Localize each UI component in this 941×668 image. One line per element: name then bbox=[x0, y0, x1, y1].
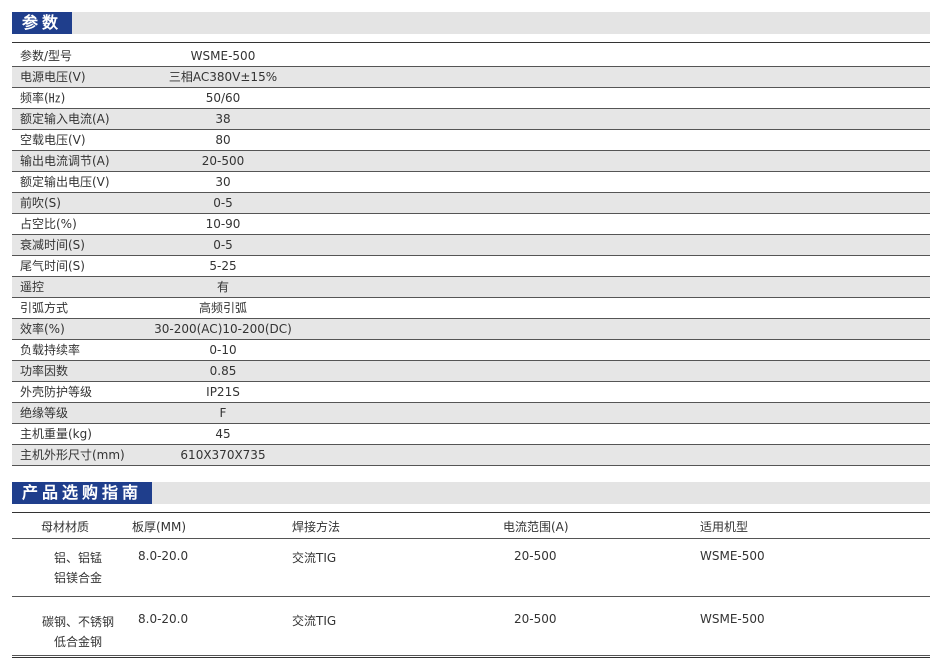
param-row: 外壳防护等级 IP21S bbox=[12, 382, 930, 403]
guide-header-row: 母材材质 板厚(MM) 焊接方法 电流范围(A) 适用机型 bbox=[12, 516, 930, 539]
current-cell: 20-500 bbox=[514, 549, 557, 563]
method-cell: 交流TIG bbox=[292, 614, 337, 628]
param-row: 额定输入电流(A) 38 bbox=[12, 109, 930, 130]
param-name: 额定输入电流(A) bbox=[20, 112, 110, 126]
param-value: IP21S bbox=[206, 385, 240, 399]
param-row: 电源电压(V) 三相AC380V±15% bbox=[12, 67, 930, 88]
param-row: 输出电流调节(A) 20-500 bbox=[12, 151, 930, 172]
method-cell: 交流TIG bbox=[292, 551, 337, 565]
params-table: 参数/型号 WSME-500 电源电压(V) 三相AC380V±15% 频率(㎐) 5… bbox=[12, 46, 930, 466]
guide-row: 碳钢、不锈钢 低合金钢 8.0-20.0 交流TIG 20-500 WSME-5… bbox=[12, 597, 930, 656]
model-cell: WSME-500 bbox=[700, 549, 765, 563]
thickness-cell: 8.0-20.0 bbox=[138, 549, 189, 563]
param-value: 20-500 bbox=[201, 154, 245, 168]
param-name: 负载持续率 bbox=[20, 343, 81, 357]
param-row: 绝缘等级 F bbox=[12, 403, 930, 424]
material-line2: 铝镁合金 bbox=[53, 571, 102, 585]
param-name: 输出电流调节(A) bbox=[20, 154, 110, 168]
param-value: 30-200(AC)10-200(DC) bbox=[154, 322, 292, 336]
param-name: 绝缘等级 bbox=[20, 406, 69, 420]
param-row: 占空比(%) 10-90 bbox=[12, 214, 930, 235]
guide-row: 铝、铝锰 铝镁合金 8.0-20.0 交流TIG 20-500 WSME-500 bbox=[12, 539, 930, 597]
param-name: 电源电压(V) bbox=[20, 70, 86, 84]
param-row: 前吹(S) 0-5 bbox=[12, 193, 930, 214]
header-current: 电流范围(A) bbox=[503, 520, 569, 534]
param-value: 45 bbox=[215, 427, 231, 441]
param-value: WSME-500 bbox=[190, 49, 256, 63]
param-value: 0.85 bbox=[209, 364, 237, 378]
param-name: 占空比(%) bbox=[20, 217, 77, 231]
current-cell: 20-500 bbox=[514, 612, 557, 626]
param-name: 效率(%) bbox=[20, 322, 65, 336]
guide-table: 母材材质 板厚(MM) 焊接方法 电流范围(A) 适用机型 铝、铝锰 铝镁合金 … bbox=[12, 516, 930, 656]
params-section-bar: 参数 bbox=[12, 12, 930, 34]
param-value: 30 bbox=[215, 175, 231, 189]
params-top-rule bbox=[12, 42, 930, 43]
param-row: 额定输出电压(V) 30 bbox=[12, 172, 930, 193]
header-model: 适用机型 bbox=[700, 520, 749, 534]
param-row: 主机重量(kg) 45 bbox=[12, 424, 930, 445]
param-value: 610X370X735 bbox=[180, 448, 266, 462]
param-value: 5-25 bbox=[209, 259, 237, 273]
param-row: 空载电压(V) 80 bbox=[12, 130, 930, 151]
header-method: 焊接方法 bbox=[292, 520, 341, 534]
params-section-title: 参数 bbox=[12, 12, 73, 34]
param-value: 38 bbox=[215, 112, 231, 126]
param-value: 有 bbox=[216, 280, 229, 294]
param-name: 功率因数 bbox=[20, 364, 69, 378]
thickness-cell: 8.0-20.0 bbox=[138, 612, 189, 626]
param-name: 主机重量(kg) bbox=[20, 427, 92, 441]
param-value: 10-90 bbox=[205, 217, 241, 231]
param-value: 0-10 bbox=[209, 343, 237, 357]
param-row: 主机外形尺寸(mm) 610X370X735 bbox=[12, 445, 930, 466]
model-cell: WSME-500 bbox=[700, 612, 765, 626]
param-name: 外壳防护等级 bbox=[20, 385, 93, 399]
param-row: 尾气时间(S) 5-25 bbox=[12, 256, 930, 277]
param-name: 引弧方式 bbox=[20, 301, 69, 315]
guide-section-title: 产品选购指南 bbox=[12, 482, 153, 504]
param-value: 50/60 bbox=[205, 91, 241, 105]
guide-section-bar: 产品选购指南 bbox=[12, 482, 930, 504]
param-name: 前吹(S) bbox=[20, 196, 61, 210]
param-name: 主机外形尺寸(mm) bbox=[20, 448, 125, 462]
material-line1: 碳钢、不锈钢 bbox=[41, 615, 114, 629]
header-material: 母材材质 bbox=[41, 520, 90, 534]
param-value: 0-5 bbox=[213, 238, 233, 252]
param-value: 三相AC380V±15% bbox=[168, 70, 278, 84]
param-name: 参数/型号 bbox=[20, 49, 73, 63]
param-row: 衰减时间(S) 0-5 bbox=[12, 235, 930, 256]
param-name: 空载电压(V) bbox=[20, 133, 86, 147]
param-name: 遥控 bbox=[20, 280, 45, 294]
param-name: 频率(㎐) bbox=[20, 91, 66, 105]
param-row: 遥控 有 bbox=[12, 277, 930, 298]
param-value: 0-5 bbox=[213, 196, 233, 210]
param-value: F bbox=[219, 406, 227, 420]
param-value: 高频引弧 bbox=[198, 301, 247, 315]
param-row: 效率(%) 30-200(AC)10-200(DC) bbox=[12, 319, 930, 340]
header-thickness: 板厚(MM) bbox=[132, 520, 187, 534]
param-row: 负载持续率 0-10 bbox=[12, 340, 930, 361]
param-name: 衰减时间(S) bbox=[20, 238, 85, 252]
param-row: 频率(㎐) 50/60 bbox=[12, 88, 930, 109]
guide-bottom-rule bbox=[12, 657, 930, 658]
param-row: 功率因数 0.85 bbox=[12, 361, 930, 382]
param-name: 额定输出电压(V) bbox=[20, 175, 110, 189]
param-name: 尾气时间(S) bbox=[20, 259, 85, 273]
param-row: 参数/型号 WSME-500 bbox=[12, 46, 930, 67]
material-line2: 低合金钢 bbox=[53, 635, 102, 649]
param-row: 引弧方式 高频引弧 bbox=[12, 298, 930, 319]
param-value: 80 bbox=[215, 133, 231, 147]
material-line1: 铝、铝锰 bbox=[53, 551, 102, 565]
guide-top-rule bbox=[12, 512, 930, 513]
